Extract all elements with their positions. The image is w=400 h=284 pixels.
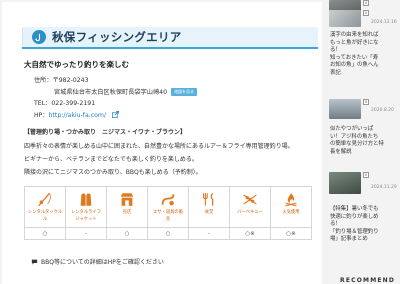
description-line: 四季折々の表情が楽しめる山中に囲まれた、自然豊かな場所にあるルアー＆フライ専用管… xyxy=(24,143,294,150)
facility-label: バーベキュー xyxy=(237,210,263,215)
description-line: ビギナーから、ベテランまでどなたでも楽しく釣りを楽しめる。 xyxy=(24,156,198,163)
article-date: 2020.8.20 xyxy=(371,108,394,113)
article-title[interactable]: 【特集】暑い冬でも 快適に釣りが楽しめ る！ 「釣り場＆管理釣り 場」記事まとめ xyxy=(330,206,400,244)
section-subtitle: 大自然でゆったり釣りを楽しむ xyxy=(24,60,129,69)
article-title-line: る！ xyxy=(330,47,341,53)
article-title-line: 漢字の由来を知れば xyxy=(330,32,379,38)
facility-availability: ○ xyxy=(124,230,130,237)
description-line: 隣接の沢にてニジマスのつかみ取り、BBQも楽しめる（予約制）。 xyxy=(24,169,202,176)
facility-label: 売 xyxy=(165,217,171,222)
article-title[interactable]: 漢字の由来を知れば もっと魚が好きにな る！ 知っておきたい「寿 お知の魚」の魚… xyxy=(330,32,400,77)
map-button[interactable]: 地図を見る xyxy=(171,88,198,96)
article-title-line: 「釣り場＆管理釣り xyxy=(330,228,379,235)
facility-cell: エサ・道具の販 売 ○ xyxy=(148,187,189,239)
hp-link[interactable]: http://akiu-fa.com/ xyxy=(49,112,106,119)
facility-label: レンタルライフ xyxy=(70,210,102,215)
article-title-line: 表記 xyxy=(330,69,341,76)
rental-lifejacket-icon xyxy=(80,193,92,206)
article-title-line: 似たやつがいっぱ xyxy=(330,126,374,132)
article-thumbnail[interactable] xyxy=(329,10,361,27)
facility-cell: 売店 ○ xyxy=(107,187,148,239)
article-title-line: 場」記事まとめ xyxy=(330,236,368,242)
article-title-line: もっと魚が好きにな xyxy=(330,39,379,46)
facility-label: 売店 xyxy=(122,210,132,215)
tel-row: TEL：022-399-2191 xyxy=(34,98,95,107)
article-title-line: い！アジ科の魚たち xyxy=(330,133,379,140)
article-count-badge: 0 xyxy=(363,10,369,16)
article-count-badge: 0 xyxy=(363,0,369,6)
facility-cell: バーベキュー ○※ xyxy=(230,187,271,239)
facility-label: ジャケット xyxy=(75,217,97,222)
recommend-heading: RECOMMEND xyxy=(340,277,396,284)
section-title-bar: 秋保フィッシングエリア xyxy=(22,27,318,47)
facility-label: レンタルタックル xyxy=(27,210,63,215)
facility-label: エサ・道具の販 xyxy=(152,210,184,215)
external-link-icon[interactable] xyxy=(112,111,119,118)
facility-availability: ○ xyxy=(42,230,48,237)
address-line: 宮城県仙台市太白区秋保町長袋字山崎40 地図を見る xyxy=(54,87,198,96)
article-count-badge: 0 xyxy=(363,99,369,105)
article-title-line: る！ xyxy=(330,221,341,227)
article-title-line: 長を解説 xyxy=(330,148,352,155)
bbq-icon xyxy=(243,194,257,205)
article-count-badge: 0 xyxy=(363,172,369,178)
article-title[interactable]: 似たやつがいっぱ い！アジ科の魚たち の簡単な見分け方と特 長を解説 xyxy=(330,126,400,156)
bbq-note: BBQ等についての詳細はHPをご確認ください xyxy=(31,257,164,266)
facility-cell: 火気使用 ○※ xyxy=(271,187,311,239)
bbq-note-text: BBQ等についての詳細はHPをご確認ください xyxy=(41,259,164,266)
restaurant-icon xyxy=(203,192,214,206)
facility-availability: - xyxy=(208,230,210,237)
article-date: 2024.11.29 xyxy=(371,185,397,190)
rental-tackle-icon xyxy=(38,192,51,207)
address-row: 住所：〒982-0243 xyxy=(34,75,89,84)
facility-label: 火気使用 xyxy=(282,210,300,215)
article-thumbnail[interactable] xyxy=(329,172,361,194)
facility-cell: 食堂 - xyxy=(189,187,230,239)
facility-cell: レンタルタックル ル ○ xyxy=(25,187,66,239)
facility-availability: ○※ xyxy=(245,230,255,237)
article-title-line: お知の魚」の魚へん xyxy=(330,62,379,68)
hp-label: HP： xyxy=(34,112,49,119)
facility-cell: レンタルライフ ジャケット - xyxy=(66,187,107,239)
article-title-line: 【特集】暑い冬でも xyxy=(330,206,379,212)
shop-icon xyxy=(120,193,134,206)
article-title-line: の簡単な見分け方と特 xyxy=(330,141,384,147)
article-title-line: 快適に釣りが楽しめ xyxy=(330,213,379,220)
facility-table: レンタルタックル ル ○ レンタルライフ ジャケット - 売店 ○ エサ・道具の… xyxy=(24,186,312,240)
postal-code: 〒982-0243 xyxy=(52,77,89,84)
title-underline xyxy=(22,47,318,49)
address-label: 住所： xyxy=(34,77,53,84)
facility-availability: ○※ xyxy=(286,230,296,237)
address-text: 宮城県仙台市太白区秋保町長袋字山崎40 xyxy=(54,89,168,96)
description-heading: 【管理釣り場・つかみ取り ニジマス・イワナ・ブラウン】 xyxy=(24,129,187,136)
fire-icon xyxy=(285,193,297,207)
section-title: 秋保フィッシングエリア xyxy=(52,30,182,44)
article-title-line: 知っておきたい「寿 xyxy=(330,54,379,61)
facility-label: ル xyxy=(42,217,48,222)
hp-row: HP：http://akiu-fa.com/ xyxy=(34,110,119,119)
fishing-hook-icon xyxy=(32,30,46,44)
tel-number[interactable]: 022-399-2191 xyxy=(51,100,95,107)
facility-label: 食堂 xyxy=(204,210,214,215)
article-thumbnail[interactable] xyxy=(329,99,361,119)
tel-label: TEL： xyxy=(34,100,52,107)
article-date: 2024.12.16 xyxy=(371,20,397,25)
facility-availability: ○ xyxy=(165,230,171,237)
speech-bubble-icon xyxy=(31,259,38,265)
facility-availability: - xyxy=(85,230,87,237)
sidebar: 0 0 2024.12.16 漢字の由来を知れば もっと魚が好きにな る！ 知っ… xyxy=(328,0,400,284)
bait-icon xyxy=(161,194,175,206)
